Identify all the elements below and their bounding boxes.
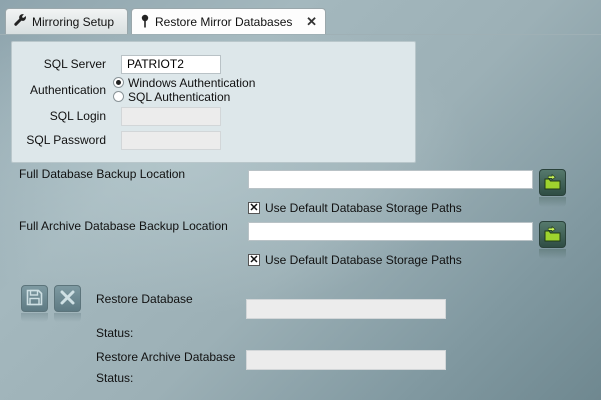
cancel-button[interactable] (54, 285, 81, 312)
close-icon (60, 290, 75, 308)
browse-archive-backup-button[interactable] (539, 221, 566, 248)
tab-label: Mirroring Setup (32, 14, 115, 29)
restore-archive-database-label: Restore Archive Database (96, 350, 236, 364)
archive-backup-location-label: Full Archive Database Backup Location (19, 219, 228, 233)
tab-label: Restore Mirror Databases (155, 15, 293, 29)
sql-server-label: SQL Server (43, 57, 106, 71)
full-default-paths-checkbox[interactable]: ✕ (248, 202, 260, 214)
sql-auth-label: SQL Authentication (128, 90, 231, 104)
archive-default-paths-label: Use Default Database Storage Paths (265, 253, 462, 267)
folder-open-icon (543, 173, 562, 193)
button-reflection (539, 197, 566, 207)
archive-backup-location-input[interactable] (248, 222, 533, 241)
pin-icon (140, 14, 150, 31)
restore-database-label: Restore Database (96, 292, 193, 306)
sql-login-input[interactable] (121, 107, 221, 126)
authentication-label: Authentication (29, 83, 106, 97)
browse-full-backup-button[interactable] (539, 169, 566, 196)
button-reflection (21, 313, 48, 322)
restore-archive-status-field (246, 350, 446, 370)
folder-open-icon (543, 225, 562, 245)
close-icon[interactable]: ✕ (306, 14, 317, 30)
tab-restore-mirror-databases[interactable]: Restore Mirror Databases ✕ (131, 8, 326, 35)
floppy-disk-icon (26, 289, 43, 309)
sql-password-input[interactable] (121, 131, 221, 150)
tab-divider (0, 34, 601, 35)
sql-server-input[interactable]: PATRIOT2 (121, 55, 221, 74)
sql-password-label: SQL Password (26, 133, 106, 147)
windows-auth-radio[interactable] (113, 77, 124, 88)
full-default-paths-label: Use Default Database Storage Paths (265, 201, 462, 215)
restore-database-status-label: Status: (96, 326, 134, 340)
button-reflection (54, 313, 81, 322)
sql-auth-radio[interactable] (113, 91, 124, 102)
full-backup-location-label: Full Database Backup Location (19, 167, 186, 181)
wrench-icon (14, 13, 27, 30)
windows-auth-label: Windows Authentication (128, 76, 256, 90)
tab-mirroring-setup[interactable]: Mirroring Setup (5, 8, 128, 34)
restore-database-status-field (246, 299, 446, 319)
sql-login-label: SQL Login (49, 109, 106, 123)
full-backup-location-input[interactable] (248, 170, 533, 189)
button-reflection (539, 249, 566, 259)
save-button[interactable] (21, 285, 48, 312)
restore-archive-status-label: Status: (96, 371, 134, 385)
archive-default-paths-checkbox[interactable]: ✕ (248, 254, 260, 266)
